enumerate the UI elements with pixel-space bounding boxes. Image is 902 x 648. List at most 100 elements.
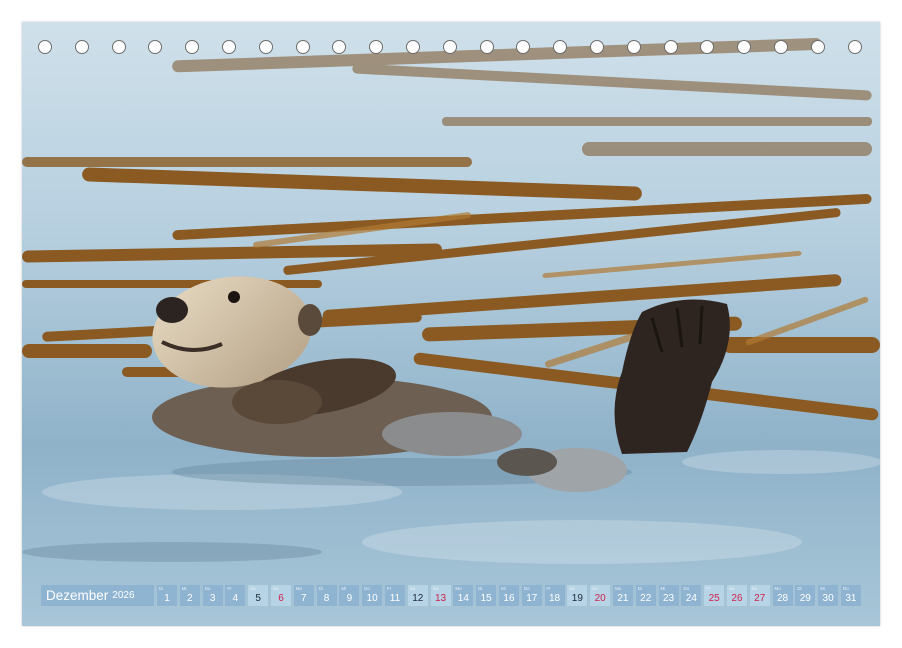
day-cell: Mi 30 (818, 585, 839, 606)
day-weekday: Mi (341, 586, 347, 591)
day-cell: Di 29 (795, 585, 816, 606)
day-weekday: Di (159, 586, 164, 591)
day-cell: Fr 25 (704, 585, 725, 606)
binding-hole (38, 40, 52, 54)
day-number: 2 (187, 593, 193, 604)
day-weekday: Di (637, 586, 642, 591)
binding-hole (258, 40, 273, 54)
day-number: 27 (754, 593, 766, 604)
month-label: Dezember 2026 (41, 585, 154, 606)
calendar-bar: Dezember 2026 Di 1 Mi 2 Do 3 Fr 4 Sa 5 So 6 Mo 7 Di 8 Mi… (41, 585, 864, 606)
day-weekday: So (751, 586, 758, 591)
day-weekday: Fr (546, 586, 551, 591)
day-cell: Fr 4 (225, 585, 246, 606)
day-number: 23 (662, 593, 675, 604)
calendar-page: Dezember 2026 Di 1 Mi 2 Do 3 Fr 4 Sa 5 So 6 Mo 7 Di 8 Mi… (22, 22, 880, 626)
day-weekday: Do (523, 586, 530, 591)
day-weekday: Mi (500, 586, 506, 591)
binding-hole (74, 40, 89, 54)
binding-hole (185, 40, 200, 54)
day-number: 6 (278, 593, 284, 604)
day-number: 15 (480, 593, 492, 604)
day-weekday: Sa (409, 586, 416, 591)
binding-hole (626, 40, 641, 54)
binding-holes (22, 22, 880, 72)
day-weekday: Do (364, 586, 370, 591)
day-number: 31 (845, 593, 857, 604)
binding-hole (369, 40, 384, 54)
day-cell: Do 10 (362, 585, 383, 606)
binding-hole (222, 40, 236, 54)
day-number: 20 (594, 593, 606, 604)
day-cell: Do 24 (681, 585, 702, 606)
binding-hole (111, 40, 126, 54)
day-cell: So 27 (749, 585, 770, 606)
binding-hole (663, 40, 678, 54)
day-list: Di 1 Mi 2 Do 3 Fr 4 Sa 5 So 6 Mo 7 Di 8 Mi 9 Do 10 Fr 11 Sa 12 S… (157, 585, 864, 606)
day-number: 5 (255, 593, 261, 604)
binding-hole (810, 40, 825, 54)
day-cell: Mi 23 (658, 585, 679, 606)
day-number: 3 (209, 593, 216, 604)
day-cell: Do 17 (521, 585, 542, 606)
day-cell: Fr 11 (384, 585, 405, 606)
day-number: 21 (617, 593, 629, 604)
day-number: 12 (412, 593, 424, 604)
day-weekday: Do (204, 586, 211, 591)
day-number: 26 (731, 593, 743, 604)
day-cell: So 20 (590, 585, 611, 606)
day-weekday: Mo (295, 586, 303, 591)
day-weekday: Mi (660, 586, 666, 591)
day-weekday: So (272, 586, 279, 591)
day-cell: Sa 5 (248, 585, 269, 606)
binding-hole (847, 40, 862, 54)
day-number: 7 (301, 593, 307, 604)
day-number: 9 (346, 593, 353, 604)
day-cell: Di 22 (635, 585, 656, 606)
day-weekday: Do (842, 586, 849, 591)
day-cell: Sa 19 (567, 585, 588, 606)
day-number: 13 (435, 593, 447, 604)
day-cell: Fr 18 (544, 585, 565, 606)
day-cell: Mo 7 (293, 585, 314, 606)
day-weekday: Sa (250, 586, 256, 591)
binding-hole (332, 40, 347, 54)
day-weekday: Di (318, 586, 323, 591)
day-weekday: So (432, 586, 439, 591)
binding-hole (553, 40, 568, 54)
binding-hole (479, 40, 494, 54)
day-number: 4 (232, 593, 239, 604)
day-cell: Mi 2 (179, 585, 200, 606)
day-number: 29 (799, 593, 811, 604)
day-number: 14 (457, 593, 469, 604)
binding-hole (516, 40, 531, 54)
day-weekday: Di (797, 586, 802, 591)
sea-otter-photo (22, 22, 880, 626)
day-cell: Sa 12 (407, 585, 428, 606)
month-year: 2026 (112, 590, 135, 601)
day-weekday: Di (478, 586, 483, 591)
day-weekday: Mo (614, 586, 622, 591)
binding-hole (774, 40, 788, 54)
day-weekday: Mo (774, 586, 781, 591)
day-cell: Mo 14 (453, 585, 474, 606)
day-cell: Di 8 (316, 585, 337, 606)
day-number: 18 (548, 593, 561, 604)
binding-hole (406, 40, 420, 54)
day-number: 16 (503, 593, 515, 604)
day-cell: Di 15 (476, 585, 497, 606)
day-weekday: So (592, 586, 598, 591)
day-weekday: Fr (227, 586, 232, 591)
day-weekday: Mi (820, 586, 825, 591)
day-cell: Sa 26 (726, 585, 747, 606)
day-cell: Di 1 (157, 585, 177, 606)
day-cell: So 6 (270, 585, 291, 606)
day-number: 28 (776, 593, 789, 604)
day-number: 17 (526, 593, 538, 604)
day-number: 30 (822, 593, 834, 604)
binding-hole (700, 40, 715, 54)
day-cell: So 13 (430, 585, 451, 606)
day-number: 1 (164, 593, 170, 604)
binding-hole (442, 40, 457, 54)
binding-hole (148, 40, 163, 54)
